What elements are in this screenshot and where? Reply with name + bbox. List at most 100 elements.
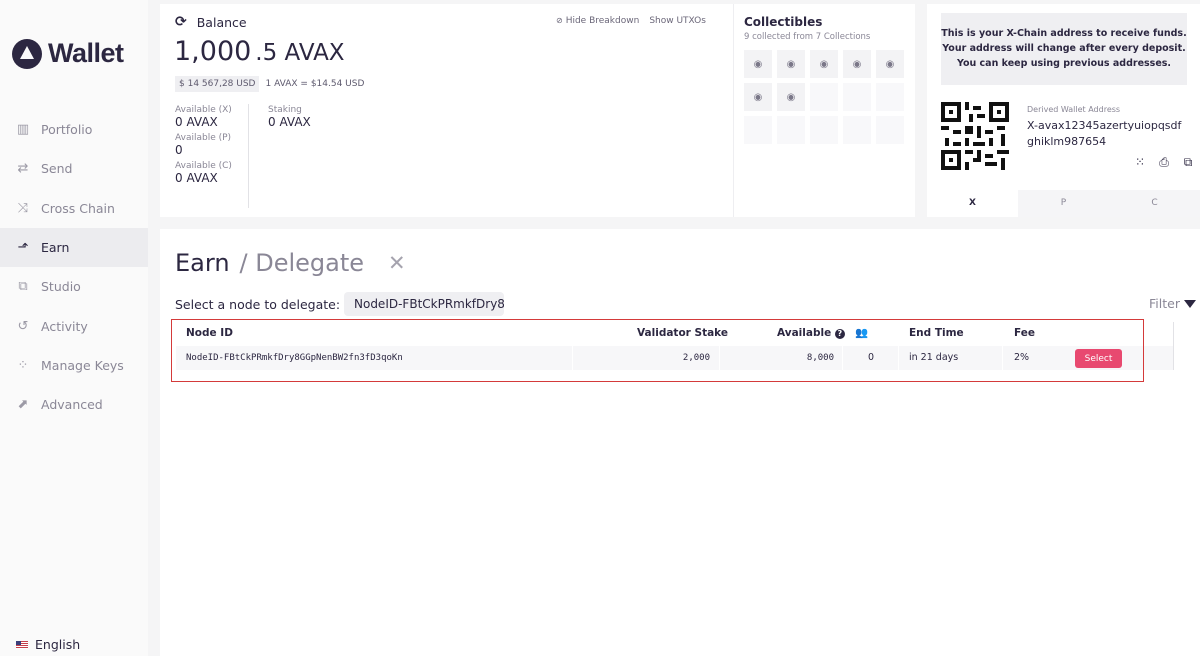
avalanche-logo-icon [12,38,42,69]
hide-breakdown-label: Hide Breakdown [565,16,640,26]
collectibles-grid: ◉ ◉ ◉ ◉ ◉ ◉ ◉ [744,50,904,144]
collectible-item[interactable]: ◉ [777,83,805,111]
sidebar-item-cross-chain[interactable]: ⤨ Cross Chain [0,189,148,228]
address-note-line-3: You can keep using previous addresses. [956,58,1172,69]
collectible-empty-slot [777,116,805,144]
row-fee: 2% [1014,352,1030,363]
collectible-empty-slot [876,116,904,144]
sidebar-item-manage-keys[interactable]: ⁘ Manage Keys [0,346,148,385]
copy-icon[interactable]: ⧉ [1181,155,1195,169]
earn-panel: Earn / Delegate ✕ Select a node to deleg… [160,229,1200,656]
col-validator-stake[interactable]: Validator Stake [637,322,728,344]
language-label: English [35,637,81,652]
sidebar-item-send[interactable]: ⇄ Send [0,149,148,188]
col-node-id[interactable]: Node ID [186,322,233,344]
advanced-icon: ⬈ [17,397,29,413]
us-flag-icon [16,640,28,649]
column-divider [572,346,573,370]
hide-breakdown-link[interactable]: ⊘ Hide Breakdown [556,16,639,26]
collectible-item[interactable]: ◉ [876,50,904,78]
sidebar-item-label: Portfolio [41,122,93,138]
eye-slash-icon: ⊘ [556,16,563,25]
help-icon[interactable]: ? [834,329,845,339]
language-selector[interactable]: English [16,637,80,652]
sidebar-item-activity[interactable]: ↺ Activity [0,306,148,345]
refresh-icon[interactable]: ⟳ [175,14,187,30]
balance-total: 1,000.5 AVAX [174,36,345,67]
earn-icon: ⬏ [17,240,29,256]
select-node-button[interactable]: Select [1075,349,1122,368]
table-row[interactable]: NodeID-FBtCkPRmkfDry8GGpNenBW2fn3fD3qoKn… [176,346,1173,370]
balance-usd: $ 14 567,28 USD [175,76,260,92]
eye-icon: ◉ [753,58,763,70]
logo-text: Wallet [48,38,124,68]
collectibles-title: Collectibles [744,15,823,29]
col-end-time[interactable]: End Time [909,322,964,344]
row-node-id: NodeID-FBtCkPRmkfDry8GGpNenBW2fn3fD3qoKn [186,353,403,363]
collectibles-subtitle: 9 collected from 7 Collections [744,32,871,42]
close-icon[interactable]: ✕ [388,251,406,275]
page-title-earn[interactable]: Earn [175,249,230,277]
sidebar: Wallet ▥ Portfolio ⇄ Send ⤨ Cross Chain … [0,0,148,656]
sidebar-item-label: Activity [41,318,88,334]
tab-x-chain[interactable]: X [927,190,1018,217]
collectible-item[interactable]: ◉ [810,50,838,78]
manage-keys-icon: ⁘ [17,357,29,373]
node-search-input[interactable] [344,292,504,316]
show-utxos-link[interactable]: Show UTXOs [649,16,706,26]
filter-button[interactable]: Filter [1149,296,1196,311]
staking-column: Staking 0 AVAX [249,104,311,208]
available-x-value: 0 AVAX [175,115,218,129]
address-tools: ⁙ ⎙ ⧉ [1123,155,1195,170]
row-delegators: 0 [868,352,875,363]
collectible-empty-slot [876,83,904,111]
balance-decimal: .5 AVAX [255,40,345,66]
sidebar-item-label: Studio [41,279,81,295]
collectible-empty-slot [810,116,838,144]
page-title: Earn / Delegate ✕ [175,249,406,277]
address-card: This is your X-Chain address to receive … [927,4,1200,217]
eye-icon: ◉ [786,91,796,103]
eye-icon: ◉ [885,58,895,70]
collectible-item[interactable]: ◉ [843,50,871,78]
tab-p-chain[interactable]: P [1018,190,1109,217]
sidebar-item-studio[interactable]: ⧉ Studio [0,267,148,306]
col-available[interactable]: Available ? [777,322,845,344]
sidebar-item-label: Advanced [41,397,103,413]
column-divider [842,346,843,370]
collectible-empty-slot [810,83,838,111]
eye-icon: ◉ [819,58,829,70]
col-fee[interactable]: Fee [1014,322,1035,344]
available-p-label: Available (P) [175,133,232,143]
qr-code-icon[interactable]: ⁙ [1133,155,1147,169]
filter-icon [1184,299,1196,308]
collectible-item[interactable]: ◉ [744,50,772,78]
table-header: Node ID Validator Stake Available ? 👥 En… [176,322,1173,344]
col-available-label: Available [777,327,832,339]
sidebar-item-advanced[interactable]: ⬈ Advanced [0,385,148,424]
sidebar-item-label: Manage Keys [41,357,124,373]
balance-breakdown: Available (X) 0 AVAX Available (P) 0 Ava… [175,104,311,208]
wallet-logo[interactable]: Wallet [12,38,124,69]
page-title-delegate: / Delegate [239,249,365,277]
column-divider [719,346,720,370]
column-divider [1002,346,1003,370]
collectible-item[interactable]: ◉ [744,83,772,111]
studio-icon: ⧉ [18,279,28,295]
sidebar-item-label: Cross Chain [41,200,115,216]
available-x-label: Available (X) [175,105,232,115]
sidebar-item-portfolio[interactable]: ▥ Portfolio [0,110,148,149]
eye-icon: ◉ [852,58,862,70]
delegators-icon[interactable]: 👥 [855,322,868,344]
print-icon[interactable]: ⎙ [1157,155,1171,169]
collectible-item[interactable]: ◉ [777,50,805,78]
balance-header: ⟳ Balance [175,14,247,30]
available-p-value: 0 [175,143,183,157]
row-end-time: in 21 days [909,352,959,363]
sidebar-item-label: Send [41,161,73,177]
sidebar-item-earn[interactable]: ⬏ Earn [0,227,148,268]
tab-c-chain[interactable]: C [1109,190,1200,217]
collectibles-panel: Collectibles 9 collected from 7 Collecti… [733,4,915,217]
derived-address-value[interactable]: X-avax12345azertyuiopqsdfghiklm987654 [1027,118,1187,150]
balance-integer: 1,000 [174,36,252,67]
